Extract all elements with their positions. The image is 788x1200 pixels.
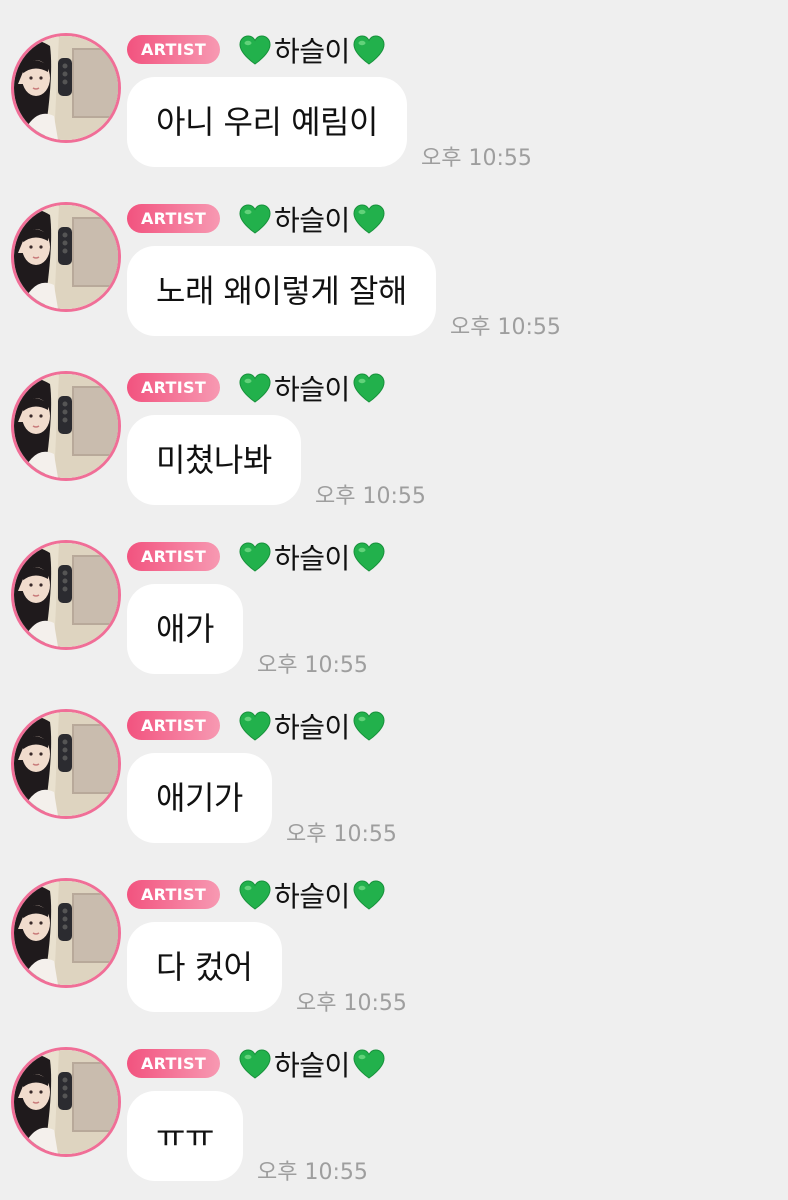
avatar[interactable] — [11, 1047, 121, 1157]
chat-message: ARTIST 하슬이 다 컸어 오후 10:55 — [0, 845, 788, 1016]
chat-message: ARTIST 하슬이 아니 우리 예림이 오후 10:55 — [0, 0, 788, 171]
green-heart-icon — [352, 879, 386, 911]
nickname-row[interactable]: 하슬이 — [238, 706, 386, 746]
message-bubble[interactable]: ㅠㅠ — [127, 1091, 243, 1181]
nickname-row[interactable]: 하슬이 — [238, 199, 386, 239]
nickname-text: 하슬이 — [274, 204, 350, 237]
message-bubble[interactable]: 애기가 — [127, 753, 272, 843]
artist-badge: ARTIST — [127, 542, 220, 571]
green-heart-icon — [352, 710, 386, 742]
nickname-text: 하슬이 — [274, 1049, 350, 1082]
chat-message: ARTIST 하슬이 애기가 오후 10:55 — [0, 676, 788, 847]
green-heart-icon — [352, 372, 386, 404]
nickname-text: 하슬이 — [274, 542, 350, 575]
message-time: 오후 10:55 — [296, 991, 407, 1016]
green-heart-icon — [238, 34, 272, 66]
nickname-row[interactable]: 하슬이 — [238, 30, 386, 70]
green-heart-icon — [238, 1048, 272, 1080]
green-heart-icon — [238, 710, 272, 742]
artist-badge: ARTIST — [127, 373, 220, 402]
chat-message: ARTIST 하슬이 애가 오후 10:55 — [0, 507, 788, 678]
message-time: 오후 10:55 — [421, 146, 532, 171]
avatar[interactable] — [11, 202, 121, 312]
avatar[interactable] — [11, 540, 121, 650]
green-heart-icon — [352, 541, 386, 573]
artist-badge: ARTIST — [127, 711, 220, 740]
nickname-row[interactable]: 하슬이 — [238, 537, 386, 577]
message-time: 오후 10:55 — [450, 315, 561, 340]
message-bubble[interactable]: 미쳤나봐 — [127, 415, 301, 505]
nickname-row[interactable]: 하슬이 — [238, 368, 386, 408]
green-heart-icon — [238, 203, 272, 235]
chat-message: ARTIST 하슬이 ㅠㅠ 오후 10:55 — [0, 1014, 788, 1185]
green-heart-icon — [238, 372, 272, 404]
nickname-text: 하슬이 — [274, 373, 350, 406]
nickname-row[interactable]: 하슬이 — [238, 1044, 386, 1084]
green-heart-icon — [238, 879, 272, 911]
avatar[interactable] — [11, 709, 121, 819]
chat-message-list: ARTIST 하슬이 아니 우리 예림이 오후 10:55 ARTIST 하슬이… — [0, 0, 788, 1200]
nickname-text: 하슬이 — [274, 35, 350, 68]
avatar[interactable] — [11, 878, 121, 988]
green-heart-icon — [352, 203, 386, 235]
green-heart-icon — [238, 541, 272, 573]
green-heart-icon — [352, 34, 386, 66]
message-bubble[interactable]: 애가 — [127, 584, 243, 674]
artist-badge: ARTIST — [127, 35, 220, 64]
artist-badge: ARTIST — [127, 1049, 220, 1078]
artist-badge: ARTIST — [127, 204, 220, 233]
nickname-text: 하슬이 — [274, 880, 350, 913]
message-time: 오후 10:55 — [286, 822, 397, 847]
message-bubble[interactable]: 아니 우리 예림이 — [127, 77, 407, 167]
green-heart-icon — [352, 1048, 386, 1080]
message-bubble[interactable]: 다 컸어 — [127, 922, 282, 1012]
nickname-text: 하슬이 — [274, 711, 350, 744]
message-time: 오후 10:55 — [315, 484, 426, 509]
avatar[interactable] — [11, 371, 121, 481]
message-time: 오후 10:55 — [257, 653, 368, 678]
message-bubble[interactable]: 노래 왜이렇게 잘해 — [127, 246, 436, 336]
avatar[interactable] — [11, 33, 121, 143]
message-time: 오후 10:55 — [257, 1160, 368, 1185]
nickname-row[interactable]: 하슬이 — [238, 875, 386, 915]
chat-message: ARTIST 하슬이 노래 왜이렇게 잘해 오후 10:55 — [0, 169, 788, 340]
chat-message: ARTIST 하슬이 미쳤나봐 오후 10:55 — [0, 338, 788, 509]
artist-badge: ARTIST — [127, 880, 220, 909]
